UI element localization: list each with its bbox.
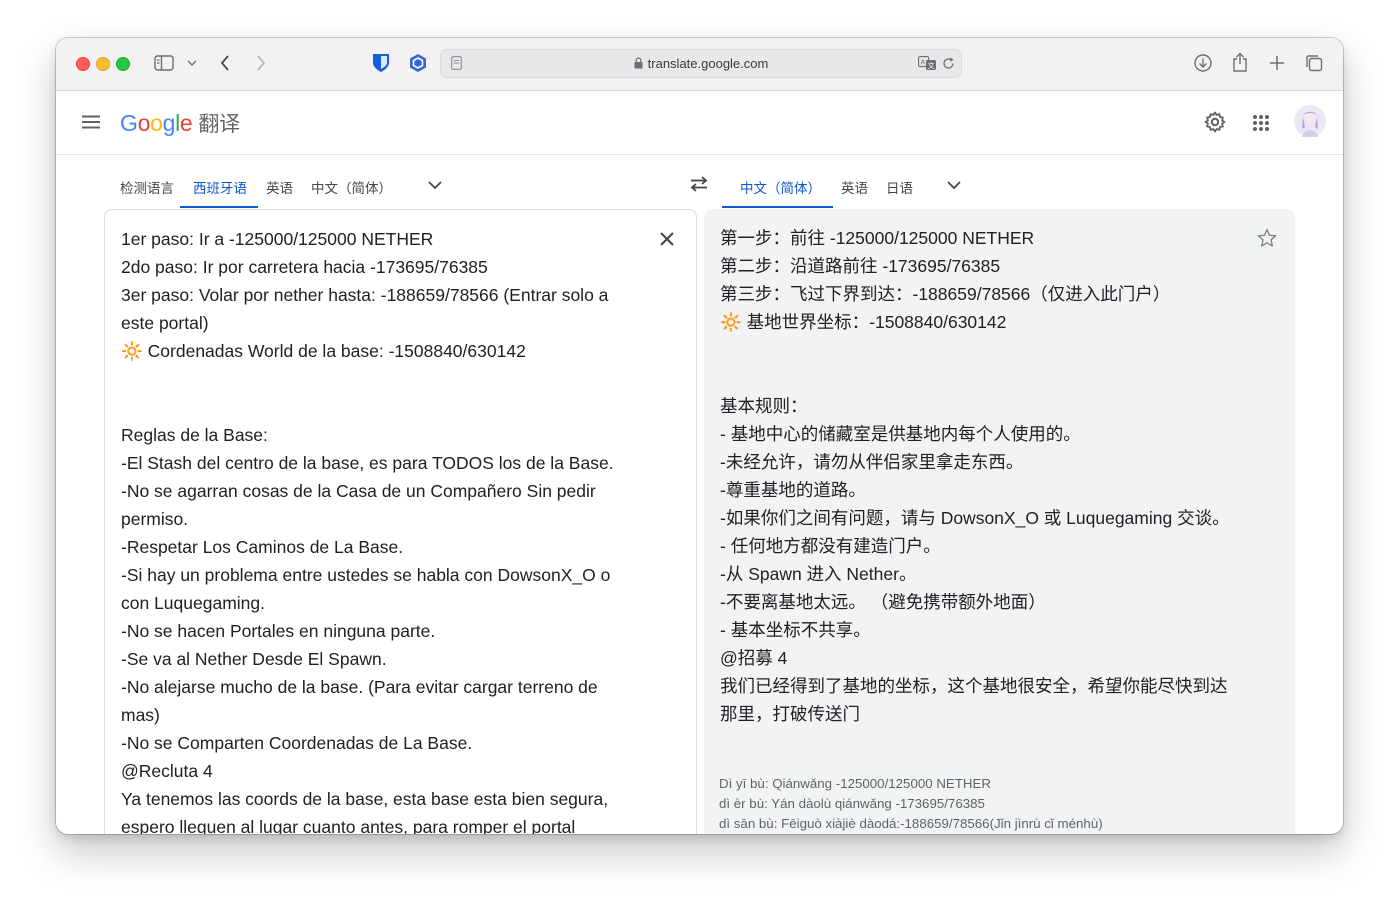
logo-letter: G [120,110,138,136]
swap-languages-icon[interactable] [688,175,710,193]
text-line: 🔆 基地世界坐标：-1508840/630142 [720,312,1007,332]
text-line: Reglas de la Base: [121,425,268,445]
text-line: -不要离基地太远。 （避免携带额外地面） [720,592,1046,612]
product-name: 翻译 [198,113,240,136]
bitwarden-extension-icon[interactable] [371,53,391,73]
new-tab-icon[interactable] [1267,53,1287,73]
browser-toolbar: translate.google.com A文 [56,38,1343,91]
zoom-window-button[interactable] [116,57,130,71]
text-line: -No alejarse mucho de la base. (Para evi… [121,677,598,697]
text-line: @Recluta 4 [121,761,213,781]
text-line: -No se Comparten Coordenadas de La Base. [121,733,473,753]
source-text-panel[interactable]: 1er paso: Ir a -125000/125000 NETHER 2do … [104,209,697,834]
text-line: este portal) [121,313,209,333]
target-language-bar: 中文（简体） 英语 日语 [716,155,1343,208]
text-line: 1er paso: Ir a -125000/125000 NETHER [121,229,434,249]
text-line [720,336,1240,364]
text-line: -未经允许，请勿从伴侣家里拿走东西。 [720,452,1024,472]
text-line: 我们已经得到了基地的坐标，这个基地很安全，希望你能尽快到达 [720,676,1228,696]
lock-icon [634,57,643,72]
text-line: 那里，打破传送门 [720,704,860,724]
source-textarea[interactable]: 1er paso: Ir a -125000/125000 NETHER 2do … [121,225,641,834]
text-line: 3er paso: Volar por nether hasta: -18865… [121,285,609,305]
text-line: -Respetar Los Caminos de La Base. [121,537,404,557]
forward-icon[interactable] [254,54,268,72]
text-line: -Si hay un problema entre ustedes se hab… [121,565,611,585]
romanization: Dì yī bù: Qiánwǎng -125000/125000 NETHER… [719,774,1103,834]
tab-target-english[interactable]: 英语 [841,177,868,197]
reload-icon[interactable] [940,55,956,71]
save-translation-star-icon[interactable] [1256,227,1278,249]
text-line: 🔆 Cordenadas World de la base: -1508840/… [121,341,526,361]
text-line [720,364,1240,392]
text-line: -Se va al Nether Desde El Spawn. [121,649,387,669]
tab-detect-language[interactable]: 检测语言 [120,177,174,197]
text-line: Ya tenemos las coords de la base, esta b… [121,789,609,809]
text-line: 第二步：沿道路前往 -173695/76385 [720,256,1001,276]
translate-page-icon[interactable]: A文 [917,55,937,71]
text-line: -尊重基地的道路。 [720,480,866,500]
text-line: -El Stash del centro de la base, es para… [121,453,614,473]
source-language-bar: 检测语言 西班牙语 英语 中文（简体） [56,155,696,208]
url-text[interactable]: translate.google.com [441,56,961,72]
svg-text:A: A [920,59,925,66]
text-line: 第一步：前往 -125000/125000 NETHER [720,228,1035,248]
back-icon[interactable] [218,54,232,72]
romanization-line: Dì yī bù: Qiánwǎng -125000/125000 NETHER [719,776,992,791]
text-line: con Luquegaming. [121,593,265,613]
text-line: 基本规则： [720,396,808,416]
text-line: permiso. [121,509,189,529]
text-line: espero lleguen al lugar cuanto antes, pa… [121,817,576,834]
text-line: 2do paso: Ir por carretera hacia -173695… [121,257,488,277]
translation-panel: 第一步：前往 -125000/125000 NETHER 第二步：沿道路前往 -1… [704,209,1295,834]
tab-chinese-simplified[interactable]: 中文（简体） [311,177,392,197]
text-line: - 任何地方都没有建造门户。 [720,536,941,556]
url-label: translate.google.com [647,56,769,71]
text-line [121,365,641,393]
text-line: -No se agarran cosas de la Casa de un Co… [121,481,596,501]
close-window-button[interactable] [76,57,90,71]
text-line: -从 Spawn 进入 Nether。 [720,564,917,584]
translation-output: 第一步：前往 -125000/125000 NETHER 第二步：沿道路前往 -1… [720,224,1240,728]
target-language-chevron-down-icon[interactable] [946,177,962,193]
tab-english[interactable]: 英语 [266,177,293,197]
tab-spanish[interactable]: 西班牙语 [193,177,247,197]
text-line: -No se hacen Portales en ninguna parte. [121,621,436,641]
logo-letter: o [150,110,163,136]
address-bar[interactable]: translate.google.com A文 [440,49,962,78]
extension-hexagon-icon[interactable] [408,53,428,73]
google-translate-logo[interactable]: Google 翻译 [120,108,240,138]
app-header: Google 翻译 [56,91,1343,155]
active-tab-indicator [180,206,258,208]
browser-window: translate.google.com A文 Google 翻译 检测语言 西… [56,38,1343,834]
minimize-window-button[interactable] [96,57,110,71]
text-line: - 基本坐标不共享。 [720,620,871,640]
romanization-line: dì sān bù: Fēiguò xiàjiè dàodá:-188659/7… [719,816,1103,831]
clear-text-close-icon[interactable] [657,229,677,249]
sidebar-toggle-icon[interactable] [153,54,175,72]
downloads-icon[interactable] [1193,53,1213,73]
text-line: 第三步：飞过下界到达：-188659/78566（仅进入此门户） [720,284,1171,304]
tab-overview-icon[interactable] [1304,53,1324,73]
main-menu-icon[interactable] [80,113,102,131]
chevron-down-icon[interactable] [186,58,198,68]
text-line: @招募 4 [720,648,788,668]
settings-gear-icon[interactable] [1203,110,1227,134]
text-line: mas) [121,705,160,725]
svg-text:文: 文 [927,61,934,70]
text-line [121,393,641,421]
tab-target-chinese-simplified[interactable]: 中文（简体） [740,177,821,197]
source-language-chevron-down-icon[interactable] [427,177,443,193]
text-line: -如果你们之间有问题，请与 DowsonX_O 或 Luquegaming 交谈… [720,508,1230,528]
logo-letter: g [162,110,176,136]
romanization-line: dì èr bù: Yán dàolù qiánwǎng -173695/763… [719,796,985,811]
tab-target-japanese[interactable]: 日语 [886,177,913,197]
share-icon[interactable] [1230,51,1250,73]
apps-grid-icon[interactable] [1250,112,1272,134]
logo-letter: e [179,110,193,136]
logo-letter: o [137,110,151,136]
account-avatar[interactable] [1294,105,1326,137]
active-tab-indicator [722,206,833,208]
text-line: - 基地中心的储藏室是供基地内每个人使用的。 [720,424,1081,444]
